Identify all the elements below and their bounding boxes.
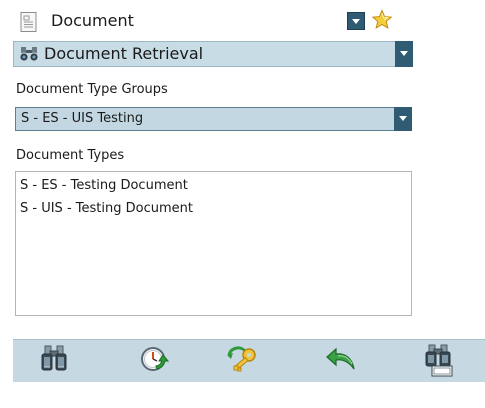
module-selector[interactable]: Document: [13, 8, 413, 36]
binoculars-icon: [19, 45, 39, 63]
key-button[interactable]: [222, 343, 262, 379]
star-icon[interactable]: [371, 9, 393, 31]
retrieval-dropdown-button[interactable]: [395, 41, 413, 67]
document-icon: [18, 11, 40, 33]
groups-dropdown-button[interactable]: [394, 107, 412, 131]
search-button[interactable]: [34, 343, 74, 379]
list-item[interactable]: S - UIS - Testing Document: [20, 201, 193, 217]
action-toolbar: [13, 339, 485, 382]
clock-refresh-icon: [134, 343, 174, 375]
binoculars-id-search-icon: [418, 343, 458, 377]
selected-group-value: S - ES - UIS Testing: [21, 111, 144, 126]
document-type-groups-label: Document Type Groups: [16, 82, 168, 97]
list-item[interactable]: S - ES - Testing Document: [20, 178, 188, 194]
document-type-groups-select[interactable]: S - ES - UIS Testing: [15, 107, 412, 131]
retrieval-selector[interactable]: Document Retrieval: [13, 41, 413, 67]
binoculars-search-icon: [34, 343, 74, 375]
key-icon: [222, 343, 262, 375]
retrieval-label: Document Retrieval: [44, 44, 204, 63]
undo-arrow-icon: [321, 343, 361, 375]
module-label: Document: [51, 11, 134, 30]
refresh-button[interactable]: [134, 343, 174, 379]
search-by-id-button[interactable]: [418, 343, 458, 379]
undo-button[interactable]: [321, 343, 361, 379]
document-types-list[interactable]: S - ES - Testing Document S - UIS - Test…: [15, 171, 412, 316]
module-dropdown-button[interactable]: [347, 12, 365, 30]
document-types-label: Document Types: [16, 148, 125, 163]
